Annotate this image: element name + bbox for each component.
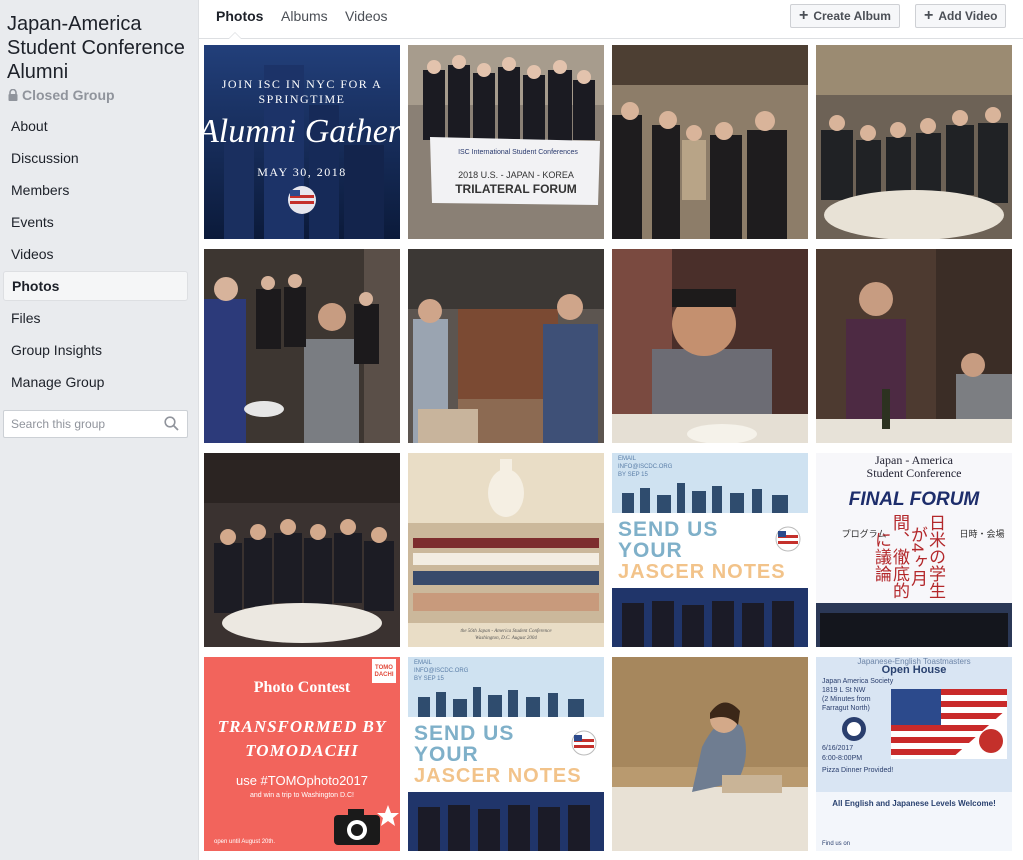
photo-caption: use #TOMOphoto2017: [235, 773, 368, 788]
photo-caption: ISC International Student Conferences: [458, 149, 578, 156]
photos-tabbar: Photos Albums Videos + Create Album + Ad…: [199, 0, 1023, 39]
photo-thumbnail[interactable]: ISC International Student Conferences 20…: [408, 45, 604, 239]
photo-thumbnail[interactable]: [816, 249, 1012, 443]
group-privacy: Closed Group: [8, 87, 198, 103]
sidebar-item-events[interactable]: Events: [3, 207, 188, 237]
photo-caption: open until August 20th.: [214, 839, 276, 845]
create-album-label: Create Album: [813, 9, 891, 23]
photo-caption: Open House: [881, 664, 947, 676]
plus-icon: +: [924, 7, 934, 24]
search-icon[interactable]: [164, 416, 179, 436]
sidebar-item-about[interactable]: About: [3, 111, 188, 141]
sidebar-item-files[interactable]: Files: [3, 303, 188, 333]
photo-caption: Farragut North): [822, 705, 870, 712]
photo-thumbnail-final-forum[interactable]: Japan - America Student Conference FINAL…: [816, 453, 1012, 647]
photo-caption: Photo Contest: [253, 679, 351, 696]
photo-caption: INFO@ISCDC.ORG: [618, 464, 673, 470]
group-search: [3, 410, 188, 438]
sidebar-item-members[interactable]: Members: [3, 175, 188, 205]
add-video-label: Add Video: [938, 9, 998, 23]
photo-thumbnail[interactable]: [612, 657, 808, 851]
privacy-label: Closed Group: [22, 87, 115, 103]
photo-caption: TRILATERAL FORUM: [455, 182, 577, 196]
photo-caption: FINAL FORUM: [848, 489, 980, 510]
photo-caption: SPRINGTIME: [258, 92, 346, 106]
sidebar-item-manage-group[interactable]: Manage Group: [3, 367, 188, 397]
photo-thumbnail[interactable]: [612, 249, 808, 443]
photo-caption: TRANSFORMED BY: [217, 717, 387, 736]
photo-caption: Student Conference: [866, 466, 962, 480]
photo-caption: YOUR: [618, 539, 683, 562]
photo-caption: the 56th Japan - America Student Confere…: [460, 629, 552, 634]
photo-caption: BY SEP 15: [414, 676, 444, 682]
photo-caption: INFO@ISCDC.ORG: [414, 668, 469, 674]
sidebar: Japan-America Student Conference Alumni …: [0, 0, 198, 860]
photo-caption: Find us on: [822, 841, 851, 847]
photo-thumbnail[interactable]: the 56th Japan - America Student Confere…: [408, 453, 604, 647]
photos-panel: Photos Albums Videos + Create Album + Ad…: [198, 0, 1023, 860]
photo-caption: JASCER NOTES: [618, 561, 786, 583]
sidebar-item-group-insights[interactable]: Group Insights: [3, 335, 188, 365]
photo-caption: Washington, D.C. August 2004: [475, 636, 537, 641]
photo-caption: EMAIL: [414, 660, 433, 666]
photo-caption: Pizza Dinner Provided!: [822, 767, 894, 774]
photo-caption: MAY 30, 2018: [257, 165, 347, 179]
photo-caption: 6:00-8:00PM: [822, 755, 863, 762]
sidebar-item-photos[interactable]: Photos: [3, 271, 188, 301]
photo-caption: All English and Japanese Levels Welcome!: [832, 799, 996, 808]
create-album-button[interactable]: + Create Album: [790, 4, 900, 28]
group-nav: About Discussion Members Events Videos P…: [0, 111, 198, 397]
photo-caption: 6/16/2017: [822, 745, 854, 752]
search-input[interactable]: [4, 416, 163, 432]
tab-albums[interactable]: Albums: [281, 0, 328, 38]
photo-caption: Japan America Society: [822, 678, 894, 685]
sidebar-item-discussion[interactable]: Discussion: [3, 143, 188, 173]
photo-thumbnail-photo-contest[interactable]: TOMO DACHI Photo Contest TRANSFORMED BY …: [204, 657, 400, 851]
photo-caption: (2 Minutes from: [822, 696, 871, 703]
lock-icon: [8, 89, 18, 101]
photo-thumbnail[interactable]: [816, 45, 1012, 239]
photo-thumbnail-jascer-notes[interactable]: EMAIL INFO@ISCDC.ORG BY SEP 15 SEND US Y…: [612, 453, 808, 647]
photo-thumbnail[interactable]: [204, 453, 400, 647]
photo-caption: JOIN ISC IN NYC FOR A: [221, 77, 383, 91]
photo-caption: 2018 U.S. - JAPAN - KOREA: [458, 170, 574, 180]
photo-thumbnail[interactable]: [612, 45, 808, 239]
photo-caption: 日米の学生が4ヶ月間、徹底的に議論: [872, 513, 945, 599]
add-video-button[interactable]: + Add Video: [915, 4, 1007, 28]
sidebar-item-videos[interactable]: Videos: [3, 239, 188, 269]
active-tab-indicator: [228, 32, 242, 39]
photo-caption: Alumni Gathering: [204, 113, 400, 150]
photo-caption: JASCER NOTES: [414, 765, 582, 787]
photo-caption: BY SEP 15: [618, 472, 648, 478]
plus-icon: +: [799, 7, 809, 24]
photo-thumbnail-open-house[interactable]: Japanese-English Toastmasters Open House…: [816, 657, 1012, 851]
photo-thumbnail-alumni-gathering[interactable]: JOIN ISC IN NYC FOR A SPRINGTIME Alumni …: [204, 45, 400, 239]
group-title[interactable]: Japan-America Student Conference Alumni: [7, 12, 198, 84]
photo-caption: TOMODACHI: [245, 741, 359, 760]
photo-caption: EMAIL: [618, 456, 637, 462]
photo-caption: 1819 L St NW: [822, 687, 866, 694]
photo-caption: 日時・会場: [959, 529, 1005, 539]
photo-caption: and win a trip to Washington D.C!: [249, 792, 354, 799]
photo-caption: YOUR: [414, 743, 479, 766]
photo-thumbnail-jascer-notes[interactable]: EMAIL INFO@ISCDC.ORG BY SEP 15 SEND US Y…: [408, 657, 604, 851]
tab-videos[interactable]: Videos: [345, 0, 388, 38]
photo-thumbnail[interactable]: [408, 249, 604, 443]
photo-thumbnail[interactable]: [204, 249, 400, 443]
tomodachi-logo: TOMO DACHI: [374, 665, 394, 678]
